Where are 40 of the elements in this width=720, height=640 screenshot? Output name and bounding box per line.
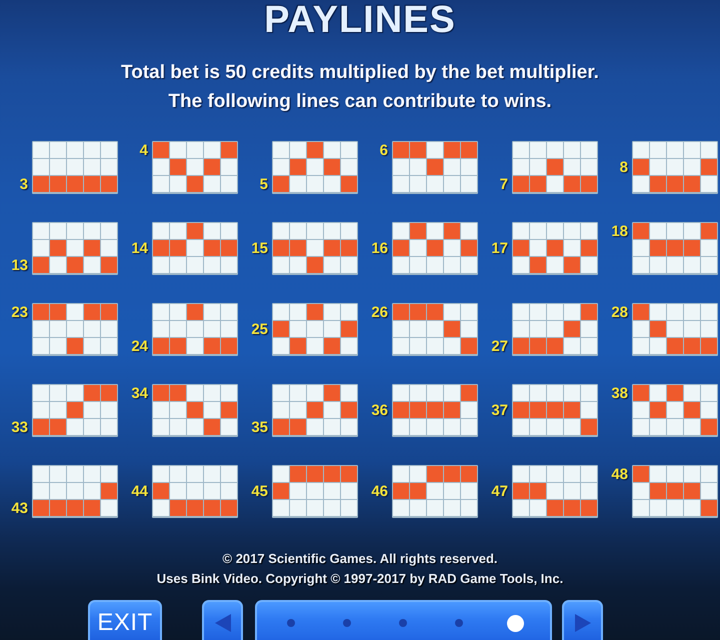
intro-text: Total bet is 50 credits multiplied by the bet multiplier. [121,61,599,85]
payline-number: 43 [11,500,28,517]
copyright-text: © 2017 Scientific Games. All rights reserved. [222,550,498,568]
payline-number: 3 [20,176,28,193]
payline-number: 8 [620,159,628,176]
intro-text: The following lines can contribute to wins. [168,90,552,114]
payline-number: 13 [11,257,28,274]
payline-number: 33 [11,419,28,436]
payline-number: 6 [380,142,388,159]
previous-page-button[interactable] [202,600,243,640]
right-triangle-icon [574,614,590,632]
next-page-button[interactable] [562,600,603,640]
payline-number: 24 [131,338,148,355]
payline-number: 5 [260,176,268,193]
payline-number: 27 [491,338,508,355]
payline-number: 44 [131,483,148,500]
payline-number: 15 [251,240,268,257]
payline-number: 17 [491,240,508,257]
copyright-text: Uses Bink Video. Copyright © 1997-2017 by RAD Game Tools, Inc. [156,570,564,588]
payline-number: 38 [611,385,628,402]
payline-number: 36 [371,402,388,419]
payline-number: 48 [611,466,628,483]
payline-number: 25 [251,321,268,338]
payline-number: 46 [371,483,388,500]
payline-number: 14 [131,240,148,257]
exit-button[interactable]: EXIT [88,600,162,640]
left-triangle-icon [214,614,230,632]
payline-number: 37 [491,402,508,419]
payline-number: 7 [500,176,508,193]
payline-number: 16 [371,240,388,257]
payline-number: 26 [371,304,388,321]
payline-number: 18 [611,223,628,240]
payline-number: 35 [251,419,268,436]
payline-number: 47 [491,483,508,500]
payline-number: 28 [611,304,628,321]
payline-number: 34 [131,385,148,402]
payline-number: 45 [251,483,268,500]
payline-number: 23 [11,304,28,321]
payline-number: 4 [140,142,148,159]
page-title: PAYLINES [264,0,456,40]
